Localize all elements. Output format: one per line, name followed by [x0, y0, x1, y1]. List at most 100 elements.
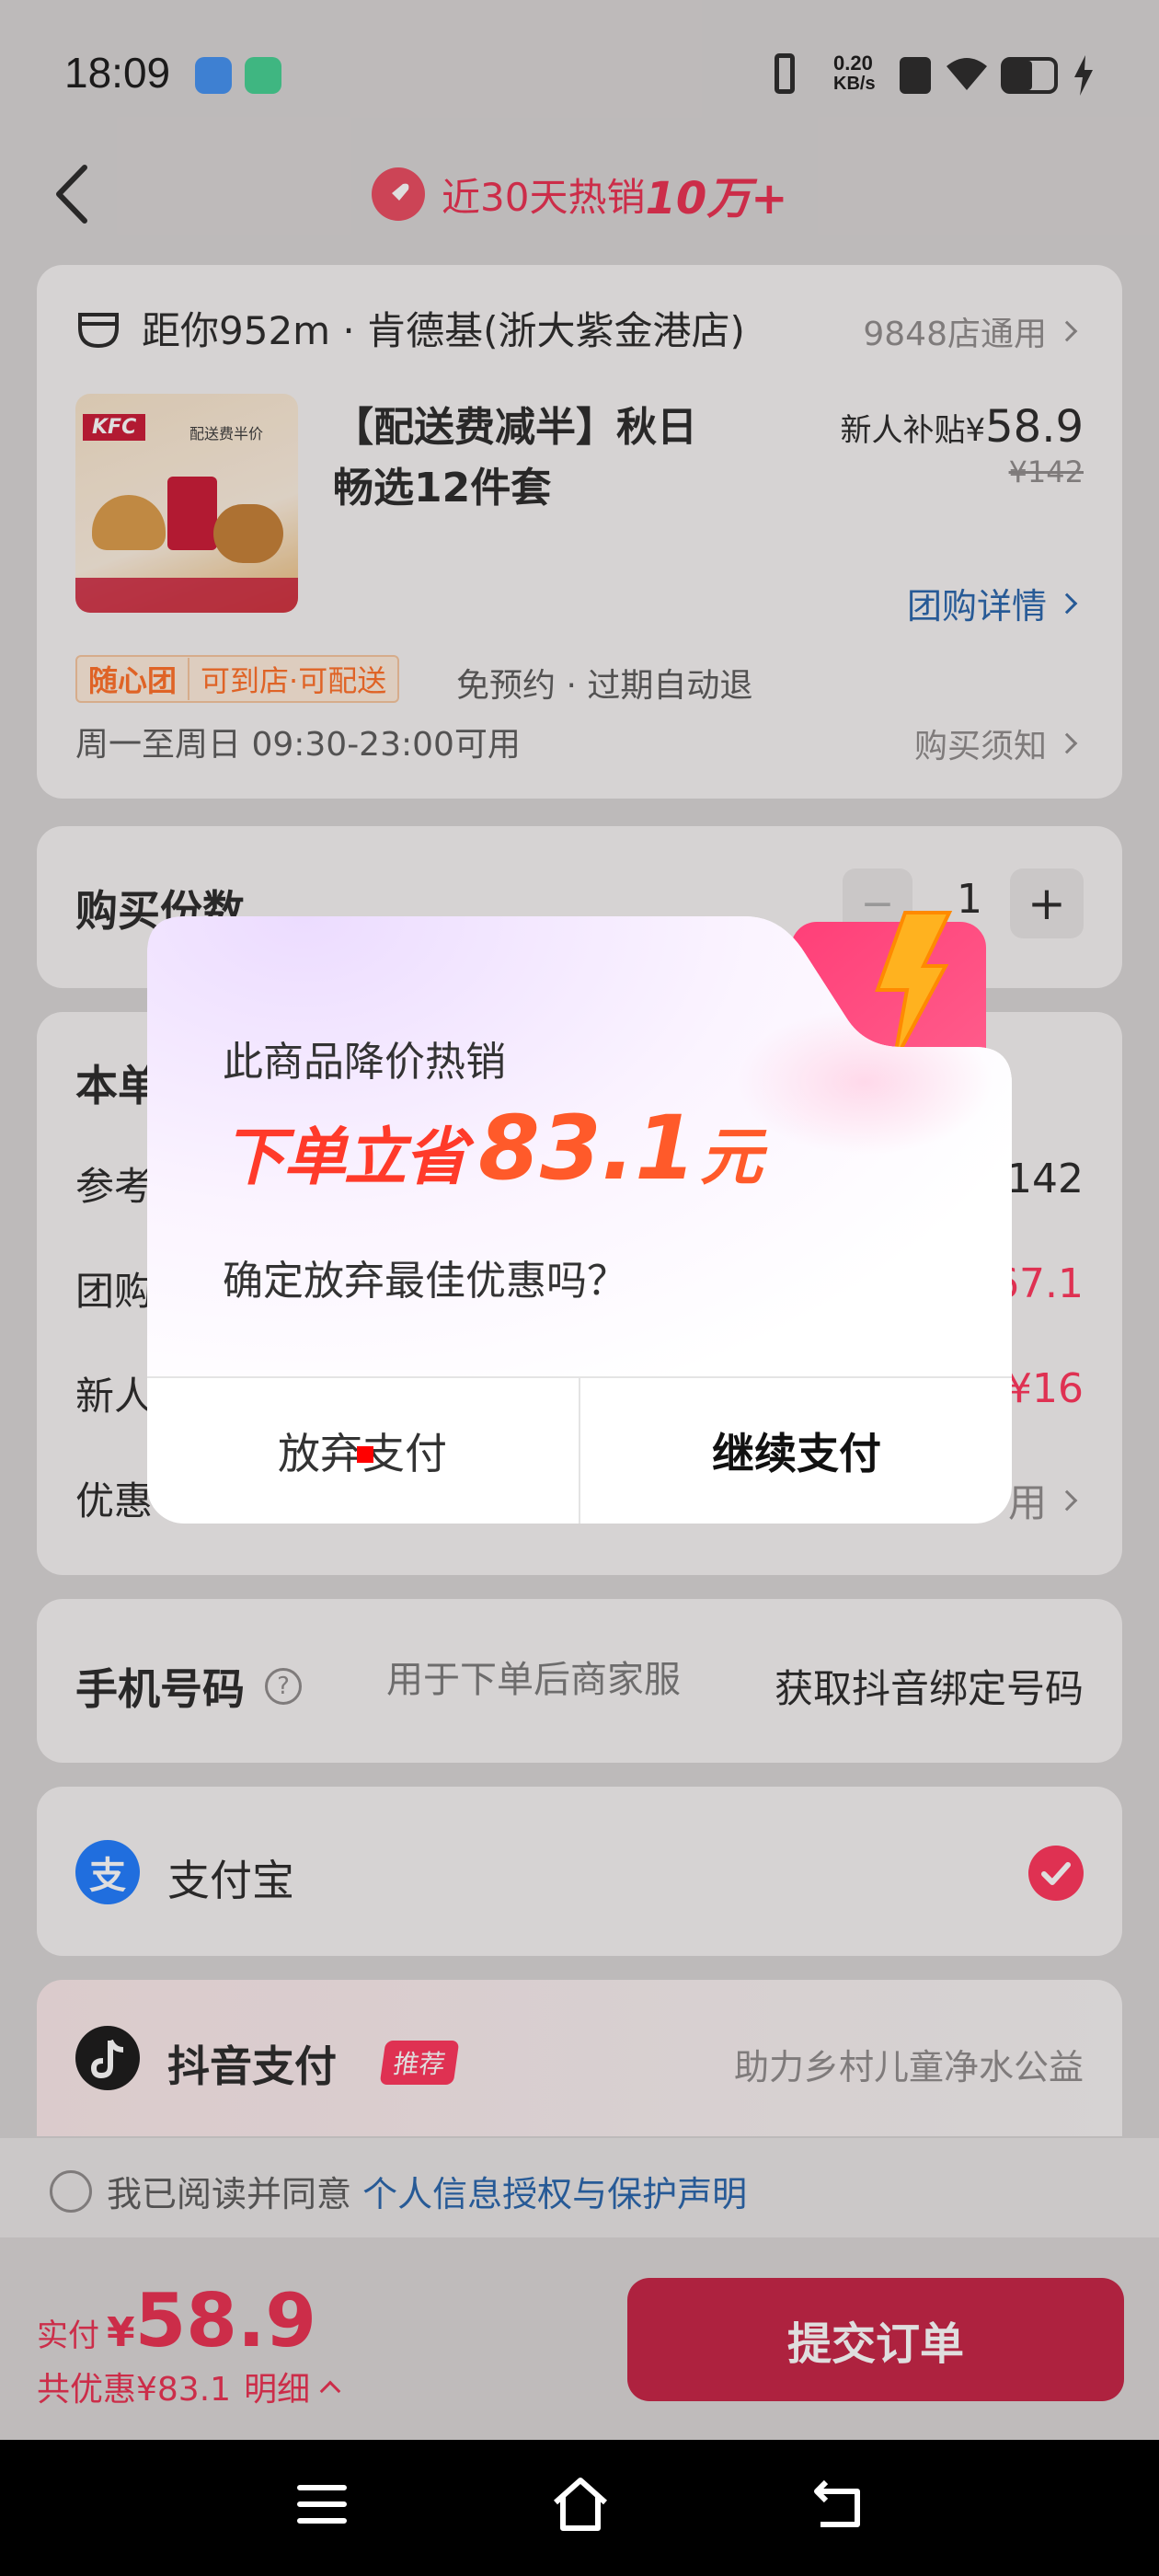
home-icon[interactable]	[550, 2475, 611, 2534]
price-label: 新人补贴¥	[840, 411, 986, 449]
summary-row-value: ¥16	[1006, 1365, 1084, 1412]
detail-label: 明细	[244, 2371, 311, 2409]
back-icon[interactable]	[809, 2477, 866, 2532]
image-badge: 配送费半价	[189, 425, 264, 443]
recommend-badge: 推荐	[379, 2041, 460, 2085]
discount-text: 共优惠¥83.1	[37, 2371, 232, 2409]
store-name: 距你952m · 肯德基(浙大紫金港店)	[142, 308, 745, 353]
saving-prefix: 下单立省	[223, 1121, 467, 1194]
app-notification-icon	[245, 57, 281, 94]
header-title: 近30天热销 10万+	[372, 164, 787, 224]
pay-label: 实付	[37, 2317, 99, 2354]
alipay-label: 支付宝	[167, 1856, 294, 1905]
chevron-up-icon	[319, 2380, 341, 2402]
douyin-icon	[75, 2026, 140, 2090]
dialog-button-divider	[579, 1376, 580, 1524]
no-sim-icon	[900, 57, 931, 94]
product-hours: 周一至周日 09:30-23:00可用	[75, 726, 521, 764]
submit-order-button[interactable]: 提交订单	[627, 2278, 1124, 2401]
summary-row-label: 团购	[75, 1269, 154, 1314]
douyin-pay-option[interactable]: 抖音支付 推荐 助力乡村儿童净水公益	[37, 1980, 1122, 2136]
douyin-pay-label: 抖音支付	[167, 2041, 337, 2091]
continue-payment-button[interactable]: 继续支付	[581, 1378, 1012, 1524]
product-card: 距你952m · 肯德基(浙大紫金港店) 9848店通用 KFC 配送费半价 【…	[37, 265, 1122, 799]
chevron-right-icon	[1056, 592, 1078, 614]
notice-link[interactable]: 购买须知	[913, 719, 1078, 767]
detail-link[interactable]: 团购详情	[906, 578, 1078, 628]
wifi-icon	[947, 58, 987, 90]
summary-row-label: 新人	[75, 1374, 154, 1419]
pay-amount: 58.9	[134, 2278, 317, 2363]
price-row: 新人补贴¥ 58.9	[840, 401, 1084, 453]
dialog-question: 确定放弃最佳优惠吗？	[223, 1258, 627, 1305]
dialog-saving-headline: 下单立省 83.1 元	[223, 1097, 763, 1200]
summary-row-link[interactable]: 用	[1007, 1472, 1078, 1528]
summary-row-value: 142	[1006, 1156, 1084, 1202]
summary-row-label: 优惠	[75, 1478, 154, 1524]
system-nav-bar	[0, 2440, 1159, 2576]
status-time: 18:09	[64, 49, 171, 97]
kfc-logo: KFC	[83, 414, 146, 441]
alipay-option[interactable]: 支 支付宝	[37, 1787, 1122, 1956]
summary-row-value: 用	[1007, 1480, 1047, 1525]
agreement-link[interactable]: 个人信息授权与保护声明	[362, 2166, 747, 2216]
header-title-prefix: 近30天热销	[442, 174, 646, 220]
chevron-right-icon	[1056, 320, 1078, 342]
food-chicken	[213, 504, 283, 563]
charging-icon	[1074, 55, 1093, 96]
battery-icon	[1001, 57, 1058, 94]
checkout-footer: 实付 ¥ 58.9 共优惠¥83.1 明细 提交订单	[0, 2237, 1159, 2440]
agreement-prefix: 我已阅读并同意	[107, 2174, 363, 2214]
product-image[interactable]: KFC 配送费半价	[75, 394, 298, 613]
tag-badge: 随心团 可到店·可配送	[75, 655, 400, 703]
notice-link-label: 购买须知	[913, 728, 1047, 765]
pay-total-row: 实付 ¥ 58.9	[37, 2278, 316, 2363]
phone-input[interactable]	[386, 1652, 773, 1708]
agreement-row: 我已阅读并同意 个人信息授权与保护声明	[50, 2166, 747, 2216]
food-bucket	[167, 477, 217, 550]
douyin-charity-text: 助力乡村儿童净水公益	[733, 2047, 1084, 2087]
phone-label: 手机号码	[75, 1664, 245, 1714]
original-price: ¥142	[1008, 454, 1084, 489]
tag-brand: 随心团	[77, 658, 190, 700]
phone-label-row: 手机号码 ?	[75, 1656, 302, 1717]
alipay-icon: 支	[75, 1840, 140, 1904]
status-bar: 18:09 0.20 KB/s	[0, 0, 1159, 147]
continue-payment-label: 继续支付	[712, 1429, 881, 1478]
dialog-subtitle: 此商品降价热销	[223, 1039, 506, 1086]
product-policy: 免预约 · 过期自动退	[456, 667, 753, 705]
discount-row[interactable]: 共优惠¥83.1 明细	[37, 2363, 341, 2410]
store-row[interactable]: 距你952m · 肯德基(浙大紫金港店)	[75, 300, 745, 356]
help-icon[interactable]: ?	[265, 1668, 302, 1705]
food-tray	[75, 578, 298, 613]
discount-retention-dialog: 此商品降价热销 下单立省 83.1 元 确定放弃最佳优惠吗？ 放弃支付 继续支付	[147, 911, 1012, 1524]
vibrate-icon	[775, 53, 795, 94]
bind-phone-link[interactable]: 获取抖音绑定号码	[775, 1658, 1084, 1714]
product-title: 【配送费减半】秋日畅选12件套	[333, 404, 697, 512]
header-title-highlight: 10万+	[645, 173, 788, 224]
detail-link-label: 团购详情	[906, 586, 1047, 627]
agreement-bar: 我已阅读并同意 个人信息授权与保护声明	[0, 2138, 1159, 2237]
store-icon	[78, 312, 119, 348]
back-arrow-icon[interactable]	[52, 162, 92, 226]
stores-link-label: 9848店通用	[863, 316, 1047, 353]
stores-link[interactable]: 9848店通用	[863, 307, 1078, 355]
chevron-right-icon	[1056, 1489, 1078, 1511]
phone-card: 手机号码 ? 获取抖音绑定号码	[37, 1599, 1122, 1763]
net-speed-value: 0.20	[833, 52, 873, 75]
net-speed-unit: KB/s	[833, 74, 876, 94]
pay-currency: ¥	[107, 2309, 135, 2356]
summary-row-label: 参考	[75, 1164, 154, 1209]
app-notification-icon	[195, 57, 232, 94]
price-value: 58.9	[985, 401, 1084, 453]
saving-amount: 83.1	[478, 1097, 696, 1200]
agreement-checkbox[interactable]	[50, 2169, 92, 2213]
selected-check-icon[interactable]	[1028, 1846, 1084, 1901]
tag-text: 可到店·可配送	[201, 663, 387, 698]
menu-icon[interactable]	[296, 2478, 348, 2530]
hot-rocket-icon	[372, 167, 425, 221]
food-burger	[92, 495, 166, 550]
quantity-plus-button[interactable]: +	[1010, 868, 1084, 938]
tap-indicator	[357, 1446, 373, 1463]
chevron-right-icon	[1056, 732, 1078, 754]
